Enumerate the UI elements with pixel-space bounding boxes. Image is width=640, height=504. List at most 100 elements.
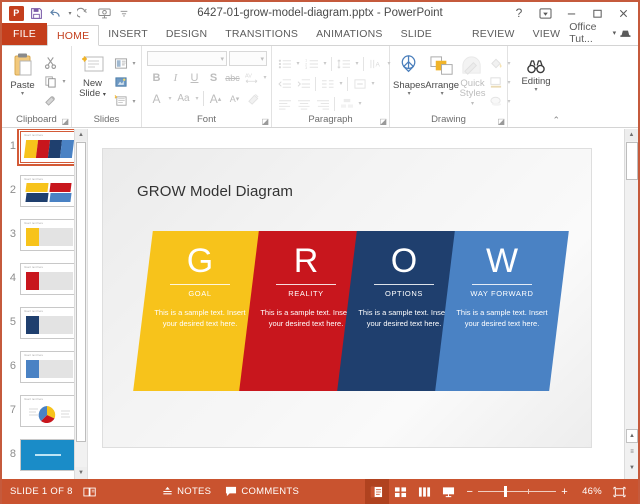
line-spacing-dropdown-icon[interactable]: ▾ <box>353 54 361 73</box>
strikethrough-button[interactable]: abc <box>223 68 242 87</box>
copy-dropdown-icon[interactable]: ▾ <box>60 72 68 91</box>
font-size-input[interactable]: ▾ <box>229 51 267 66</box>
grow-model-diagram[interactable]: G GOAL This is a sample text. Insert you… <box>133 231 569 391</box>
character-spacing-dropdown-icon[interactable]: ▾ <box>261 68 269 87</box>
numbering-dropdown-icon[interactable]: ▾ <box>321 54 329 73</box>
tab-insert[interactable]: INSERT <box>99 24 157 45</box>
section-dropdown-icon[interactable]: ▾ <box>130 92 138 111</box>
slide-scrollbar[interactable]: ▲ ▲ ≡ ▼ <box>624 129 638 479</box>
tab-design[interactable]: DESIGN <box>157 24 216 45</box>
underline-button[interactable]: U <box>185 68 204 87</box>
slide-counter[interactable]: SLIDE 1 OF 8 <box>10 486 73 497</box>
change-case-button[interactable]: Aa <box>174 89 193 108</box>
normal-view-button[interactable] <box>364 479 389 504</box>
thumbnail-item-4[interactable]: 4 Insert text here <box>2 261 76 305</box>
thumbnail-preview[interactable]: Insert text here <box>20 307 76 339</box>
thumbnail-scrollbar[interactable]: ▲ ▼ <box>74 129 87 479</box>
panel-description[interactable]: This is a sample text. Insert your desir… <box>260 308 352 329</box>
align-center-icon[interactable] <box>294 94 313 113</box>
customize-quick-access-toolbar-icon[interactable] <box>114 4 134 23</box>
reset-slide-icon[interactable] <box>111 73 130 92</box>
comments-button[interactable]: COMMENTS <box>225 486 299 497</box>
convert-to-smartart-dropdown-icon[interactable]: ▾ <box>356 94 364 113</box>
editing-dropdown-icon[interactable]: ▾ <box>534 87 537 93</box>
panel-description[interactable]: This is a sample text. Insert your desir… <box>358 308 450 329</box>
thumbnail-item-1[interactable]: 1 Insert text here <box>2 129 76 173</box>
editing-button[interactable]: Editing ▾ <box>516 56 556 93</box>
format-painter-icon[interactable] <box>41 91 60 110</box>
zoom-level-label[interactable]: 46% <box>574 486 602 497</box>
zoom-out-button[interactable]: − <box>467 486 474 498</box>
zoom-slider-thumb[interactable] <box>504 486 508 497</box>
thumbnail-preview[interactable]: Insert text here <box>20 175 76 207</box>
slide-title-placeholder[interactable]: GROW Model Diagram <box>137 183 293 200</box>
save-icon[interactable] <box>26 4 46 23</box>
slide-scrollbar-thumb[interactable] <box>626 142 638 180</box>
change-case-dropdown-icon[interactable]: ▾ <box>193 89 201 108</box>
arrange-dropdown-icon[interactable]: ▾ <box>441 91 444 97</box>
thumbnail-preview[interactable]: Insert text here <box>20 219 76 251</box>
slide-show-view-button[interactable] <box>437 479 461 504</box>
current-slide[interactable]: GROW Model Diagram G GOAL This is a samp… <box>102 148 592 448</box>
undo-icon[interactable] <box>46 4 66 23</box>
thumbnail-item-3[interactable]: 3 Insert text here <box>2 217 76 261</box>
tab-slide-show[interactable]: SLIDE SHOW <box>392 24 463 61</box>
copy-icon[interactable] <box>41 72 60 91</box>
thumbnail-preview[interactable]: Insert text here <box>20 263 76 295</box>
slide-navigation-separator[interactable]: ≡ <box>626 445 638 459</box>
font-name-input[interactable]: ▾ <box>147 51 227 66</box>
font-dialog-launcher[interactable]: ◪ <box>261 117 269 126</box>
tab-file[interactable]: FILE <box>2 23 47 45</box>
italic-button[interactable]: I <box>166 68 185 87</box>
close-button[interactable] <box>610 3 636 23</box>
slide-layout-dropdown-icon[interactable]: ▾ <box>130 54 138 73</box>
clipboard-dialog-launcher[interactable]: ◪ <box>61 117 69 126</box>
columns-dropdown-icon[interactable]: ▾ <box>337 74 345 93</box>
decrease-font-size-button[interactable]: A ▾ <box>225 89 244 108</box>
align-text-dropdown-icon[interactable]: ▾ <box>369 74 377 93</box>
zoom-track[interactable] <box>478 486 557 497</box>
increase-font-size-button[interactable]: A ▴ <box>206 89 225 108</box>
zoom-slider[interactable]: − + <box>461 486 574 498</box>
ribbon-display-options-icon[interactable] <box>532 3 558 23</box>
bullets-icon[interactable] <box>275 54 294 73</box>
columns-icon[interactable] <box>318 74 337 93</box>
shapes-dropdown-icon[interactable]: ▾ <box>408 91 411 97</box>
undo-dropdown-icon[interactable]: ▾ <box>66 4 74 23</box>
arrange-button[interactable]: Arrange ▾ <box>425 52 459 97</box>
bullets-dropdown-icon[interactable]: ▾ <box>294 54 302 73</box>
cut-icon[interactable] <box>41 53 60 72</box>
quick-styles-button[interactable]: Quick Styles ▾ <box>459 52 486 109</box>
start-slideshow-icon[interactable] <box>94 4 114 23</box>
thumbnail-preview[interactable] <box>20 439 76 471</box>
thumbnail-preview[interactable]: Insert text here <box>17 129 76 166</box>
collapse-ribbon-button[interactable]: ⌃ <box>552 115 560 126</box>
thumbnail-scroll-up-button[interactable]: ▲ <box>75 129 87 141</box>
thumbnail-item-2[interactable]: 2 Insert text here <box>2 173 76 217</box>
next-slide-button[interactable]: ▼ <box>626 461 638 475</box>
previous-slide-button[interactable]: ▲ <box>626 429 638 443</box>
paste-button[interactable]: Paste ▾ <box>5 50 40 97</box>
panel-way-forward[interactable]: W WAY FORWARD This is a sample text. Ins… <box>435 231 569 391</box>
drawing-dialog-launcher[interactable]: ◪ <box>497 117 505 126</box>
thumbnail-scrollbar-thumb[interactable] <box>76 142 86 442</box>
tab-home[interactable]: HOME <box>46 25 100 46</box>
shape-outline-icon[interactable] <box>486 73 505 92</box>
increase-indent-icon[interactable] <box>294 74 313 93</box>
slide-layout-icon[interactable] <box>111 54 130 73</box>
zoom-in-button[interactable]: + <box>561 486 568 498</box>
character-spacing-button[interactable]: AV <box>242 68 261 87</box>
thumbnail-item-8[interactable]: 8 <box>2 437 76 479</box>
line-spacing-icon[interactable] <box>334 54 353 73</box>
notes-button[interactable]: NOTES <box>162 486 211 497</box>
text-direction-icon[interactable]: A <box>366 54 385 73</box>
convert-to-smartart-icon[interactable] <box>337 94 356 113</box>
text-shadow-button[interactable]: S <box>204 68 223 87</box>
shape-fill-icon[interactable] <box>486 54 505 73</box>
bold-button[interactable]: B <box>147 68 166 87</box>
language-proofing-icon[interactable] <box>83 486 97 497</box>
slide-sorter-view-button[interactable] <box>389 479 413 504</box>
font-color-dropdown-icon[interactable]: ▾ <box>166 89 174 108</box>
thumbnail-item-5[interactable]: 5 Insert text here <box>2 305 76 349</box>
tab-review[interactable]: REVIEW <box>463 24 524 45</box>
